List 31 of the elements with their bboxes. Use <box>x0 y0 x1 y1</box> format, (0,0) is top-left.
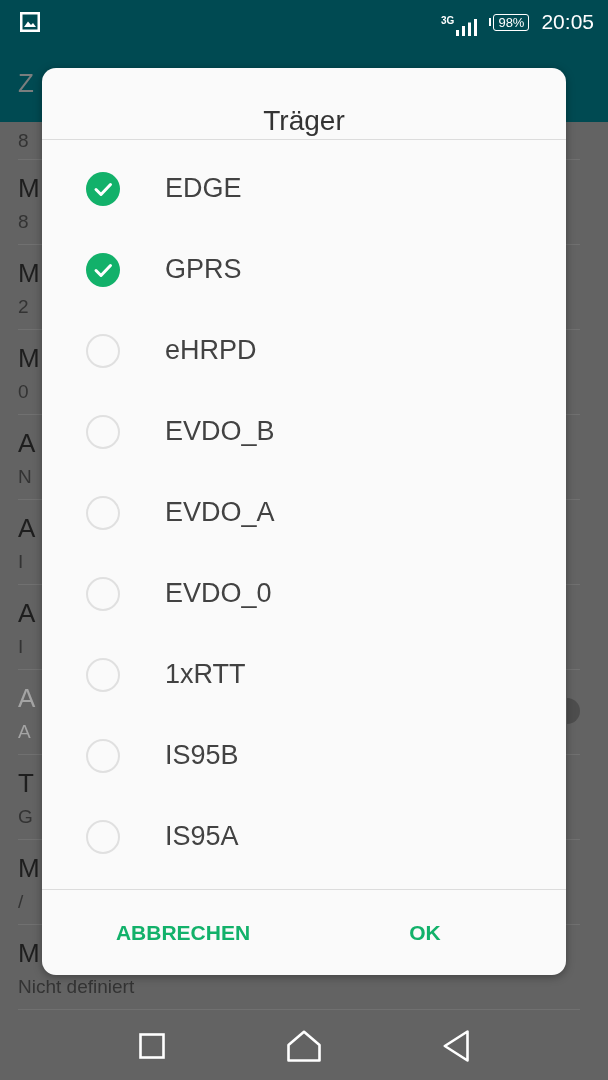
setting-value: / <box>18 891 24 913</box>
setting-title: A <box>18 682 36 715</box>
checkbox-option[interactable]: EVDO_0 <box>42 553 566 634</box>
checkbox-option[interactable]: EVDO_B <box>42 391 566 472</box>
setting-title: A <box>18 427 36 460</box>
checkbox-option[interactable]: EVDO_A <box>42 472 566 553</box>
setting-title: M <box>18 172 40 205</box>
back-icon[interactable] <box>443 1030 469 1062</box>
setting-title: M <box>18 852 40 885</box>
setting-title: M <box>18 342 40 375</box>
setting-value: A <box>18 721 31 743</box>
dialog-title: Träger <box>42 68 566 140</box>
checkbox-option[interactable]: 1xRTT <box>42 634 566 715</box>
clock-time: 20:05 <box>541 10 594 34</box>
recents-icon[interactable] <box>139 1033 165 1059</box>
checkbox-option[interactable]: IS95B <box>42 715 566 796</box>
checkbox-option[interactable]: eHRPD <box>42 310 566 391</box>
image-notification-icon <box>20 12 40 32</box>
setting-title: M <box>18 937 40 970</box>
setting-title: A <box>18 512 36 545</box>
setting-title: M <box>18 257 40 290</box>
checkbox-option[interactable]: GPRS <box>42 229 566 310</box>
app-bar-title: Z <box>18 68 34 98</box>
setting-title: A <box>18 597 36 630</box>
setting-title: T <box>18 767 34 800</box>
network-type-label: 3G <box>441 15 455 26</box>
checkbox-option[interactable]: EDGE <box>42 148 566 229</box>
home-icon[interactable] <box>287 1030 321 1062</box>
battery-indicator: 98% <box>489 13 530 31</box>
signal-icon <box>456 18 479 36</box>
checkbox-option[interactable]: IS95A <box>42 796 566 877</box>
